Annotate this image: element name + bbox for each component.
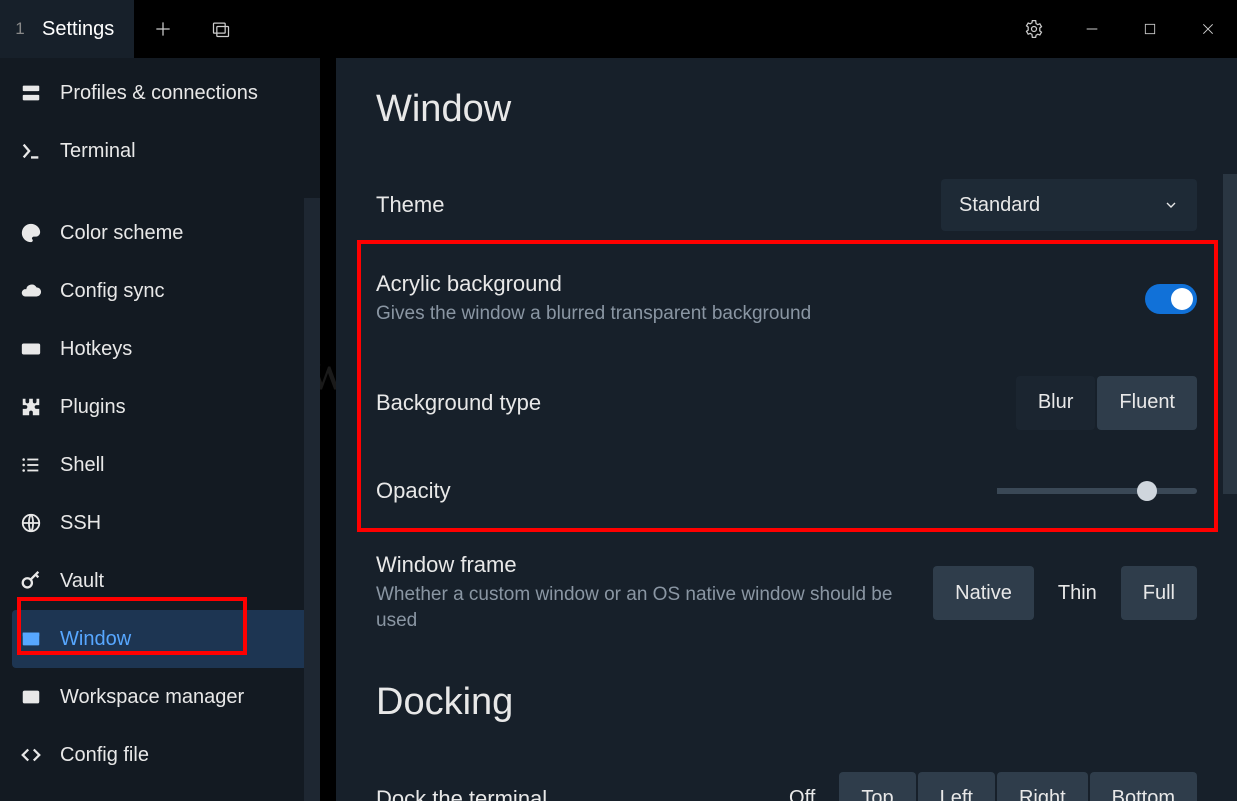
- sidebar-item-label: SSH: [60, 512, 101, 535]
- setting-row-window-frame: Window frame Whether a custom window or …: [376, 524, 1197, 655]
- sidebar-item-label: Color scheme: [60, 222, 183, 245]
- sidebar-item-config-file[interactable]: Config file: [0, 726, 320, 784]
- close-icon: [1200, 21, 1216, 37]
- opacity-slider[interactable]: [997, 488, 1197, 494]
- sidebar-item-workspace-manager[interactable]: Workspace manager: [0, 668, 320, 726]
- dock-option-right[interactable]: Right: [997, 772, 1088, 801]
- sidebar-item-hotkeys[interactable]: Hotkeys: [0, 320, 320, 378]
- section-heading-window: Window: [376, 88, 1197, 131]
- setting-label: Dock the terminal: [376, 786, 547, 801]
- sidebar-item-label: Shell: [60, 454, 104, 477]
- gear-icon: [1024, 19, 1044, 39]
- section-heading-docking: Docking: [376, 681, 1197, 724]
- setting-description: Whether a custom window or an OS native …: [376, 582, 931, 635]
- background-type-group: Blur Fluent: [1014, 376, 1197, 430]
- chevron-down-icon: [1163, 197, 1179, 213]
- dock-option-bottom[interactable]: Bottom: [1090, 772, 1197, 801]
- setting-description: Gives the window a blurred transparent b…: [376, 301, 811, 328]
- sidebar-item-window[interactable]: Window: [12, 610, 308, 668]
- sidebar-item-terminal[interactable]: Terminal: [0, 122, 320, 180]
- sidebar-item-vault[interactable]: Vault: [0, 552, 320, 610]
- sidebar-item-profiles[interactable]: Profiles & connections: [0, 64, 320, 122]
- setting-label: Opacity: [376, 478, 451, 504]
- bgtype-option-blur[interactable]: Blur: [1016, 376, 1096, 430]
- toggle-knob: [1171, 288, 1193, 310]
- settings-gear-button[interactable]: [1005, 0, 1063, 58]
- maximize-icon: [1143, 22, 1157, 36]
- sidebar-item-label: Terminal: [60, 140, 136, 163]
- tab-settings[interactable]: 1 Settings: [0, 0, 134, 58]
- sidebar-item-label: Hotkeys: [60, 338, 132, 361]
- setting-row-dock: Dock the terminal Off Top Left Right Bot…: [376, 752, 1197, 801]
- setting-row-theme: Theme Standard: [376, 159, 1197, 251]
- minimize-icon: [1084, 21, 1100, 37]
- sidebar-item-color-scheme[interactable]: Color scheme: [0, 204, 320, 262]
- window-icon: [18, 628, 44, 650]
- list-icon: [18, 454, 44, 476]
- frame-option-full[interactable]: Full: [1121, 566, 1197, 620]
- sidebar-item-shell[interactable]: Shell: [0, 436, 320, 494]
- window-minimize-button[interactable]: [1063, 0, 1121, 58]
- dock-option-off[interactable]: Off: [767, 772, 837, 801]
- sidebar-item-config-sync[interactable]: Config sync: [0, 262, 320, 320]
- sidebar-item-label: Config sync: [60, 280, 165, 303]
- window-maximize-button[interactable]: [1121, 0, 1179, 58]
- titlebar: 1 Settings: [0, 0, 1237, 58]
- sidebar-item-label: Profiles & connections: [60, 82, 258, 105]
- palette-icon: [18, 222, 44, 244]
- window-frame-group: Native Thin Full: [931, 566, 1197, 620]
- plus-icon: [153, 19, 173, 39]
- tab-index: 1: [12, 19, 28, 39]
- profiles-icon: [18, 82, 44, 104]
- cloud-icon: [18, 280, 44, 302]
- setting-label: Window frame: [376, 552, 931, 578]
- sidebar-item-ssh[interactable]: SSH: [0, 494, 320, 552]
- workspace-icon: [18, 686, 44, 708]
- dock-option-left[interactable]: Left: [918, 772, 995, 801]
- settings-content: Window Theme Standard Acrylic background…: [336, 58, 1237, 801]
- sidebar-item-label: Vault: [60, 570, 104, 593]
- dock-option-top[interactable]: Top: [839, 772, 915, 801]
- frame-option-thin[interactable]: Thin: [1036, 566, 1119, 620]
- setting-label: Theme: [376, 192, 444, 218]
- sidebar-item-label: Workspace manager: [60, 686, 244, 709]
- sidebar-scrollbar[interactable]: [304, 198, 320, 801]
- sidebar-item-plugins[interactable]: Plugins: [0, 378, 320, 436]
- panels-icon: [211, 19, 231, 39]
- dock-group: Off Top Left Right Bottom: [765, 772, 1197, 801]
- setting-label: Background type: [376, 390, 541, 416]
- puzzle-icon: [18, 396, 44, 418]
- theme-select[interactable]: Standard: [941, 179, 1197, 231]
- terminal-icon: [18, 140, 44, 162]
- settings-sidebar: Profiles & connections Terminal Color sc…: [0, 58, 320, 801]
- key-icon: [18, 570, 44, 592]
- frame-option-native[interactable]: Native: [933, 566, 1034, 620]
- setting-label: Acrylic background: [376, 271, 811, 297]
- sidebar-item-label: Config file: [60, 744, 149, 767]
- slider-track: [997, 488, 1137, 494]
- sidebar-item-label: Plugins: [60, 396, 126, 419]
- new-tab-button[interactable]: [134, 0, 192, 58]
- select-value: Standard: [959, 194, 1040, 217]
- slider-knob[interactable]: [1137, 481, 1157, 501]
- code-icon: [18, 744, 44, 766]
- setting-row-opacity: Opacity: [376, 458, 1197, 524]
- window-close-button[interactable]: [1179, 0, 1237, 58]
- globe-icon: [18, 512, 44, 534]
- bgtype-option-fluent[interactable]: Fluent: [1097, 376, 1197, 430]
- acrylic-toggle[interactable]: [1145, 284, 1197, 314]
- keyboard-icon: [18, 338, 44, 360]
- setting-row-acrylic: Acrylic background Gives the window a bl…: [376, 251, 1197, 348]
- panels-button[interactable]: [192, 0, 250, 58]
- tab-title: Settings: [42, 18, 114, 41]
- setting-row-background-type: Background type Blur Fluent: [376, 348, 1197, 458]
- sidebar-item-label: Window: [60, 628, 131, 651]
- content-scrollbar[interactable]: [1223, 174, 1237, 494]
